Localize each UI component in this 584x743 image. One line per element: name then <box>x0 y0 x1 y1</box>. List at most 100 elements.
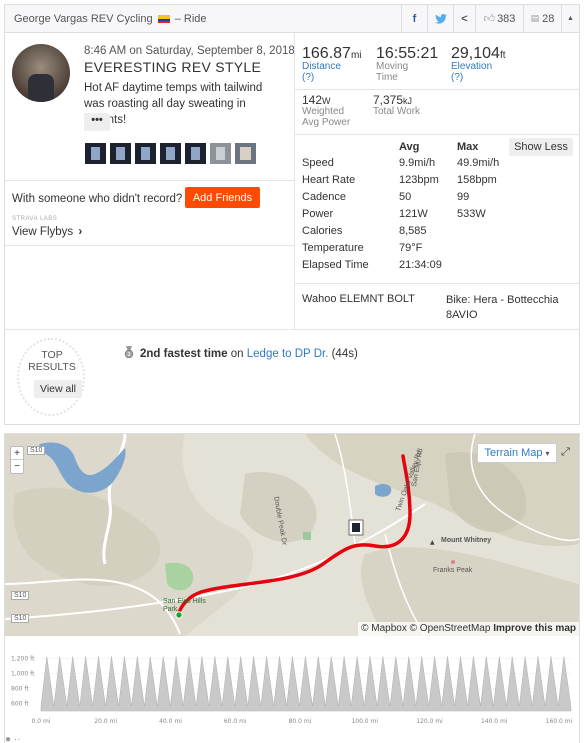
activity-name: EVERESTING REV STYLE <box>84 59 262 75</box>
photo-thumbnail[interactable] <box>210 143 231 164</box>
more-actions-button[interactable]: ••• <box>84 113 110 131</box>
elevation-x-tick: 60.0 mi <box>224 718 247 725</box>
divider <box>5 329 579 330</box>
comment-count: 28 <box>542 12 555 25</box>
comments-button[interactable]: ▤ 28 <box>523 5 561 32</box>
route-map[interactable]: ▲ + − S10 S10 S10 Mount Whitney Franks P… <box>5 434 579 636</box>
comment-icon: ▤ <box>530 13 540 23</box>
photo-strip <box>85 143 256 164</box>
map-card: ▲ + − S10 S10 S10 Mount Whitney Franks P… <box>4 433 580 743</box>
divider <box>294 89 579 90</box>
elevation-x-axis: 0.0 mi 20.0 mi 40.0 mi 60.0 mi 80.0 mi 100.0 … <box>32 718 573 725</box>
elevation-x-tick: 20.0 mi <box>94 718 117 725</box>
highway-shield: S10 <box>11 591 30 600</box>
moving-time-label: Moving Time <box>376 61 409 83</box>
divider <box>5 180 294 181</box>
show-less-button[interactable]: Show Less <box>509 138 573 156</box>
map-label-park: San Elijo Hills Park <box>163 598 206 613</box>
view-flybys-label: View Flybys <box>12 226 74 238</box>
kudos-button[interactable]: 👍︎ 383 <box>475 5 523 32</box>
map-label-franks-peak: Franks Peak <box>433 567 473 574</box>
weighted-power-label: Weighted Avg Power <box>302 106 351 128</box>
elevation-x-tick: 160.0 mi <box>546 718 573 725</box>
view-all-results-button[interactable]: View all <box>34 380 82 398</box>
activity-datetime: 8:46 AM on Saturday, September 8, 2018 <box>84 45 295 57</box>
terrain-map-dropdown[interactable]: Terrain Map ▾ <box>477 443 557 463</box>
caret-down-icon: ▾ <box>545 448 550 458</box>
add-friends-button[interactable]: Add Friends <box>185 187 260 208</box>
achievement-rank: 2nd fastest time <box>140 348 228 360</box>
map-attribution: © Mapbox © OpenStreetMap Improve this ma… <box>358 622 579 636</box>
section-footer-hint: ● ·· <box>5 734 21 743</box>
activity-header-title: George Vargas REV Cycling – Ride <box>14 13 207 25</box>
elevation-x-tick: 100.0 mi <box>351 718 378 725</box>
elevation-y-tick: 600 ft <box>11 701 29 708</box>
segment-time: (44s) <box>331 348 358 360</box>
table-row: Power 121W 533W <box>302 208 486 220</box>
collapse-button[interactable]: ▲ <box>561 5 579 32</box>
collapse-icon: ▲ <box>567 15 574 22</box>
total-work-label: Total Work <box>373 106 421 117</box>
elevation-x-tick: 140.0 mi <box>481 718 508 725</box>
osm-link[interactable]: © OpenStreetMap <box>410 623 491 634</box>
route-line <box>175 454 412 619</box>
column-divider <box>294 33 295 329</box>
elevation-profile-area <box>40 656 572 712</box>
table-row: Temperature 79°F <box>302 242 423 254</box>
improve-map-link[interactable]: Improve this map <box>493 623 576 634</box>
share-icon: < <box>461 12 468 25</box>
athlete-link[interactable]: George Vargas REV Cycling <box>14 13 153 25</box>
photo-thumbnail[interactable] <box>135 143 156 164</box>
svg-text:2: 2 <box>127 352 130 358</box>
map-label-mount-whitney: Mount Whitney <box>441 537 492 544</box>
record-prompt: With someone who didn't record? <box>12 193 183 205</box>
kudos-count: 383 <box>497 12 516 25</box>
view-flybys-link[interactable]: View Flybys › <box>12 226 82 238</box>
facebook-share-button[interactable]: f <box>401 5 427 32</box>
activity-description: Hot AF daytime temps with tailwind was r… <box>84 82 263 126</box>
zoom-control: + − <box>10 446 24 474</box>
total-work-value: 7,375kJ <box>373 93 413 107</box>
photo-thumbnail[interactable] <box>110 143 131 164</box>
elevation-y-tick: 1,000 ft <box>11 671 35 678</box>
photo-thumbnail[interactable] <box>85 143 106 164</box>
weighted-power-value: 142W <box>302 93 331 107</box>
elevation-label[interactable]: Elevation (?) <box>451 61 492 83</box>
photo-thumbnail[interactable] <box>235 143 256 164</box>
top-results-label: TOP RESULTS <box>28 349 76 373</box>
athlete-avatar[interactable] <box>12 44 70 102</box>
max-column-header: Max <box>457 141 479 153</box>
colombia-flag-icon <box>157 15 170 23</box>
photo-thumbnail[interactable] <box>160 143 181 164</box>
mapbox-link[interactable]: © Mapbox <box>361 623 407 634</box>
activity-type: – Ride <box>174 13 207 25</box>
divider <box>294 134 579 135</box>
fullscreen-icon[interactable]: ⤢ <box>561 446 575 460</box>
terrain-map-label: Terrain Map <box>484 447 543 459</box>
highway-shield: S10 <box>11 614 30 623</box>
share-button[interactable]: < <box>453 5 475 32</box>
elevation-x-tick: 0.0 mi <box>32 718 51 725</box>
twitter-share-button[interactable] <box>427 5 453 32</box>
elevation-chart[interactable]: 1,200 ft 1,000 ft 800 ft 600 ft 0.0 mi 20.0 … <box>5 643 579 733</box>
photo-thumbnail[interactable] <box>185 143 206 164</box>
elevation-y-tick: 800 ft <box>11 686 29 693</box>
zoom-in-button[interactable]: + <box>11 447 23 460</box>
thumbs-up-icon: 👍︎ <box>483 13 496 25</box>
elevation-x-tick: 80.0 mi <box>289 718 312 725</box>
segment-link[interactable]: Ledge to DP Dr. <box>247 348 329 360</box>
divider <box>294 283 579 284</box>
chevron-right-icon: › <box>78 226 83 238</box>
elevation-x-tick: 40.0 mi <box>159 718 182 725</box>
highway-shield: S10 <box>27 446 46 455</box>
avg-column-header: Avg <box>399 141 420 153</box>
device-name: Wahoo ELEMNT BOLT <box>302 293 415 305</box>
bike-name[interactable]: Bike: Hera - Bottecchia 8AVIO <box>446 293 576 323</box>
zoom-out-button[interactable]: − <box>11 460 23 473</box>
divider <box>5 245 294 246</box>
table-row: Cadence 50 99 <box>302 191 470 203</box>
activity-card: George Vargas REV Cycling – Ride f < 👍︎ … <box>4 4 580 425</box>
twitter-icon <box>434 13 447 24</box>
distance-label[interactable]: Distance (?) <box>302 61 341 83</box>
elevation-y-axis: 1,200 ft 1,000 ft 800 ft 600 ft <box>11 656 35 708</box>
